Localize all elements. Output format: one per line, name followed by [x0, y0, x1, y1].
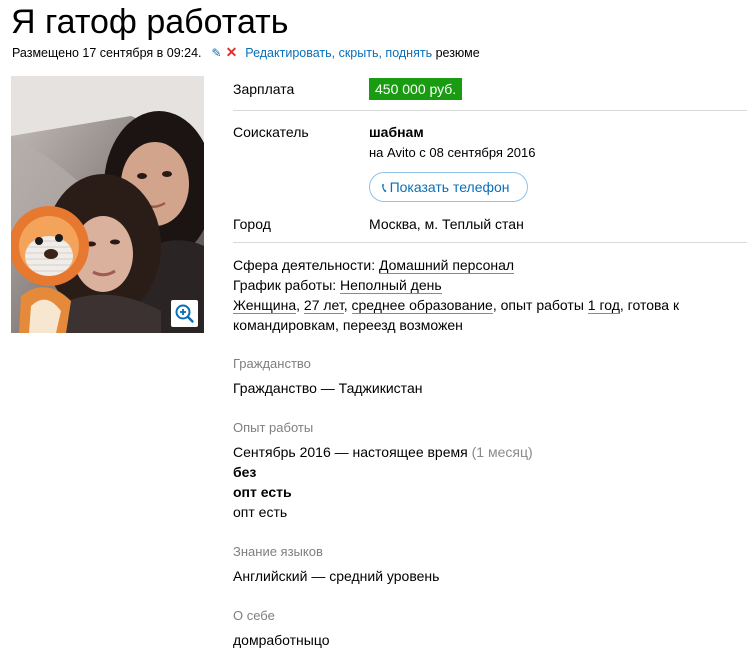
- experience-heading: Опыт работы: [233, 420, 314, 435]
- sphere-row: Сфера деятельности: Домашний персонал: [233, 255, 733, 275]
- photo-image: [11, 76, 204, 333]
- schedule-row: График работы: Неполный день: [233, 275, 733, 295]
- salary-label: Зарплата: [233, 81, 295, 97]
- languages-heading: Знание языков: [233, 544, 323, 559]
- applicant-label: Соискатель: [233, 124, 309, 140]
- applicant-since: на Avito с 08 сентября 2016: [369, 145, 536, 160]
- city-value: Москва, м. Теплый стан: [369, 216, 524, 232]
- delete-icon[interactable]: ✕: [226, 44, 238, 60]
- separator: ,: [343, 297, 348, 313]
- resume-info: Сфера деятельности: Домашний персонал Гр…: [233, 255, 733, 335]
- sphere-link[interactable]: Домашний персонал: [378, 257, 515, 274]
- age-link[interactable]: 27 лет: [303, 297, 344, 314]
- city-label: Город: [233, 216, 271, 232]
- about-text: домработныцо: [233, 632, 330, 648]
- about-heading: О себе: [233, 608, 275, 623]
- experience-period: Сентябрь 2016 — настоящее время: [233, 444, 468, 460]
- profile-row: Женщина, 27 лет, среднее образование, оп…: [233, 295, 733, 315]
- edit-hide-raise-links[interactable]: Редактировать, скрыть, поднять: [245, 46, 432, 60]
- posting-meta: Размещено 17 сентября в 09:24. ✎ ✕ Редактир…: [12, 44, 480, 61]
- experience-company: без: [233, 464, 257, 480]
- posted-date: Размещено 17 сентября в 09:24.: [12, 46, 202, 60]
- gender-link[interactable]: Женщина: [233, 297, 297, 314]
- divider: [233, 242, 747, 243]
- schedule-link[interactable]: Неполный день: [340, 277, 442, 294]
- pencil-icon[interactable]: ✎: [212, 46, 222, 60]
- experience-position: опт есть: [233, 484, 292, 500]
- citizenship-heading: Гражданство: [233, 356, 311, 371]
- experience-prefix: , опыт работы: [492, 297, 584, 313]
- show-phone-label: Показать телефон: [389, 179, 510, 195]
- citizenship-text: Гражданство — Таджикистан: [233, 380, 423, 396]
- experience-period-row: Сентябрь 2016 — настоящее время (1 месяц…: [233, 442, 533, 462]
- page-title: Я гатоф работать: [11, 3, 289, 41]
- travel-text-1: , готова к: [619, 297, 680, 313]
- zoom-in-icon: [175, 304, 194, 323]
- schedule-label: График работы:: [233, 277, 337, 293]
- education-link[interactable]: среднее образование: [351, 297, 493, 314]
- salary-badge: 450 000 руб.: [369, 78, 463, 100]
- applicant-name: шабнам: [369, 124, 424, 140]
- resume-photo[interactable]: [11, 76, 204, 333]
- zoom-button[interactable]: [171, 300, 198, 327]
- sphere-label: Сфера деятельности:: [233, 257, 376, 273]
- resume-word: резюме: [435, 46, 480, 60]
- phone-icon: 📞︎: [382, 180, 387, 195]
- experience-description: опт есть: [233, 504, 288, 520]
- show-phone-button[interactable]: 📞︎ Показать телефон: [369, 172, 528, 202]
- divider: [233, 110, 747, 111]
- experience-link[interactable]: 1 год: [587, 297, 620, 314]
- separator: ,: [296, 297, 301, 313]
- languages-text: Английский — средний уровень: [233, 568, 440, 584]
- experience-duration: (1 месяц): [471, 444, 533, 460]
- travel-text-2: командировкам, переезд возможен: [233, 317, 463, 333]
